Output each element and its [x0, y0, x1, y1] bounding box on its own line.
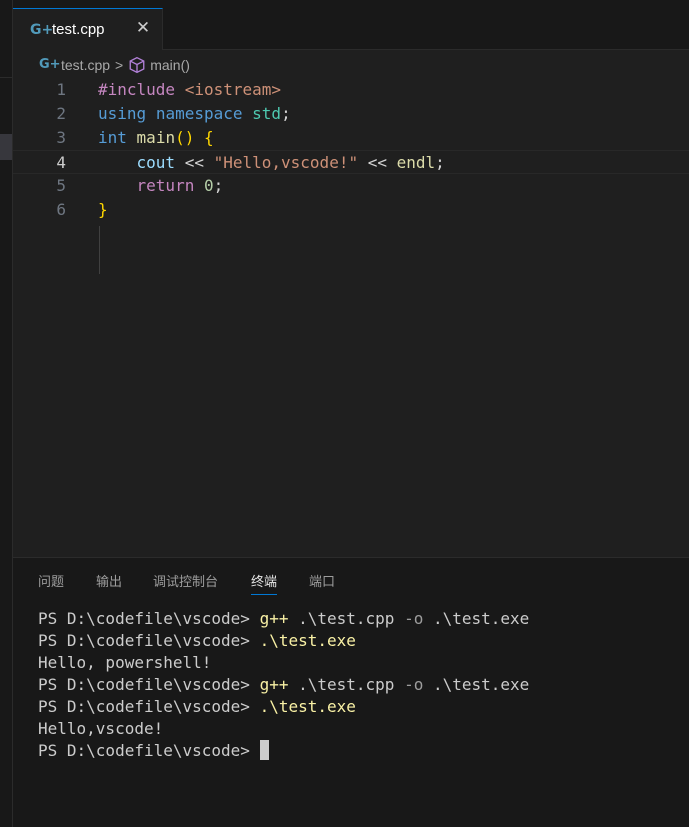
- sidebar-selected-item[interactable]: [0, 134, 12, 160]
- code-token: 0: [203, 176, 214, 195]
- terminal-line: PS D:\codefile\vscode> .\test.exe: [38, 696, 529, 718]
- code-token: main: [136, 128, 176, 147]
- breadcrumb: G+ test.cpp > main(): [13, 51, 689, 78]
- chevron-right-icon: >: [115, 56, 124, 73]
- terminal-line: PS D:\codefile\vscode> g++ .\test.cpp -o…: [38, 674, 529, 696]
- code-token: return: [136, 176, 195, 195]
- terminal-token: PS D:\codefile\vscode>: [38, 675, 260, 694]
- code-text: return 0;: [98, 174, 224, 198]
- code-text: int main() {: [98, 126, 214, 150]
- code-token: () {: [175, 128, 214, 147]
- panel-tab[interactable]: 终端: [251, 571, 278, 595]
- code-token: using: [98, 104, 147, 123]
- line-number: 1: [56, 80, 66, 99]
- terminal-token: g++: [259, 675, 289, 694]
- code-text: #include <iostream>: [98, 78, 281, 102]
- code-token: <<: [358, 153, 397, 172]
- code-text: using namespace std;: [98, 102, 291, 126]
- cpp-file-icon: G+: [39, 57, 61, 72]
- terminal-token: .\test.cpp: [288, 609, 405, 628]
- panel-tab[interactable]: 问题: [38, 571, 64, 590]
- code-token: ;: [213, 176, 224, 195]
- terminal-token: .\test.exe: [423, 609, 530, 628]
- panel-tab[interactable]: 端口: [309, 571, 335, 590]
- code-text: }: [98, 198, 108, 222]
- code-token: std: [252, 104, 282, 123]
- code-line[interactable]: 3 int main() {: [13, 126, 689, 150]
- terminal-token: .\test.cpp: [288, 675, 405, 694]
- sidebar-divider: [0, 77, 12, 78]
- terminal-token: -o: [404, 675, 424, 694]
- terminal-token: -o: [404, 609, 424, 628]
- terminal-token: g++: [259, 609, 289, 628]
- line-number: 6: [56, 200, 66, 219]
- code-token: namespace: [155, 104, 243, 123]
- code-line[interactable]: 2 using namespace std;: [13, 102, 689, 126]
- terminal-line: PS D:\codefile\vscode>: [38, 740, 529, 762]
- code-token: <iostream>: [184, 80, 282, 99]
- code-line[interactable]: 6}: [13, 198, 689, 222]
- editor-tab-bar: G+ test.cpp ✕: [13, 0, 689, 50]
- panel-tab-label: 输出: [96, 574, 123, 589]
- code-token: "Hello,vscode!": [213, 153, 359, 172]
- code-editor[interactable]: 1 #include <iostream> 2 using namespace std…: [13, 78, 689, 558]
- panel-tab[interactable]: 输出: [96, 571, 122, 590]
- terminal-token: Hello,vscode!: [38, 719, 164, 738]
- code-token: int: [98, 128, 127, 147]
- active-tab-underline: [251, 594, 278, 595]
- panel-tab[interactable]: 调试控制台: [153, 571, 218, 590]
- panel-tab-label: 端口: [309, 574, 336, 589]
- terminal-token: PS D:\codefile\vscode>: [38, 609, 260, 628]
- vscode-window: G+ test.cpp ✕ G+ test.cpp > main() 1 #inc…: [0, 0, 689, 827]
- panel-tabs: 问题 输出 调试控制台 终端 端口: [13, 558, 689, 596]
- code-line[interactable]: 5 return 0;: [13, 174, 689, 198]
- cpp-file-icon: G+: [30, 21, 54, 38]
- panel-tab-label: 调试控制台: [153, 574, 219, 589]
- terminal-output[interactable]: PS D:\codefile\vscode> g++ .\test.cpp -o…: [38, 608, 529, 762]
- code-token: endl: [396, 153, 436, 172]
- line-number: 4: [56, 153, 66, 172]
- code-line[interactable]: 1 #include <iostream>: [13, 78, 689, 102]
- terminal-cursor: [259, 740, 269, 760]
- terminal-line: PS D:\codefile\vscode> .\test.exe: [38, 630, 529, 652]
- code-token: }: [98, 200, 108, 219]
- terminal-line: Hello, powershell!: [38, 652, 529, 674]
- terminal-token: .\test.exe: [423, 675, 530, 694]
- code-token: cout: [136, 153, 176, 172]
- method-cube-icon: [129, 56, 145, 73]
- panel-tab-label: 终端: [251, 574, 278, 589]
- terminal-token: Hello, powershell!: [38, 653, 212, 672]
- line-number: 2: [56, 104, 66, 123]
- code-token: ;: [435, 153, 445, 172]
- code-token: #include: [98, 80, 185, 99]
- line-number: 5: [56, 176, 66, 195]
- code-token: <<: [175, 153, 214, 172]
- panel-tab-label: 问题: [38, 574, 65, 589]
- tab-test-cpp[interactable]: G+ test.cpp ✕: [13, 8, 163, 50]
- code-text: cout << "Hello,vscode!" << endl;: [98, 151, 445, 175]
- terminal-token: PS D:\codefile\vscode>: [38, 741, 260, 760]
- code-line[interactable]: 4 cout << "Hello,vscode!" << endl;: [13, 150, 689, 174]
- breadcrumb-symbol[interactable]: main(): [150, 57, 190, 73]
- close-icon[interactable]: ✕: [134, 19, 152, 37]
- breadcrumb-file[interactable]: test.cpp: [61, 57, 110, 73]
- terminal-token: PS D:\codefile\vscode>: [38, 631, 260, 650]
- line-number: 3: [56, 128, 66, 147]
- tab-label: test.cpp: [52, 21, 105, 38]
- terminal-token: .\test.exe: [259, 631, 356, 650]
- terminal-line: Hello,vscode!: [38, 718, 529, 740]
- bottom-panel: 问题 输出 调试控制台 终端 端口 PS D:\codefile\vscode> g++…: [13, 557, 689, 827]
- terminal-token: PS D:\codefile\vscode>: [38, 697, 260, 716]
- sidebar-edge: [0, 0, 13, 827]
- terminal-token: .\test.exe: [259, 697, 356, 716]
- terminal-line: PS D:\codefile\vscode> g++ .\test.cpp -o…: [38, 608, 529, 630]
- indent-guide: [99, 226, 100, 274]
- code-token: ;: [281, 104, 291, 123]
